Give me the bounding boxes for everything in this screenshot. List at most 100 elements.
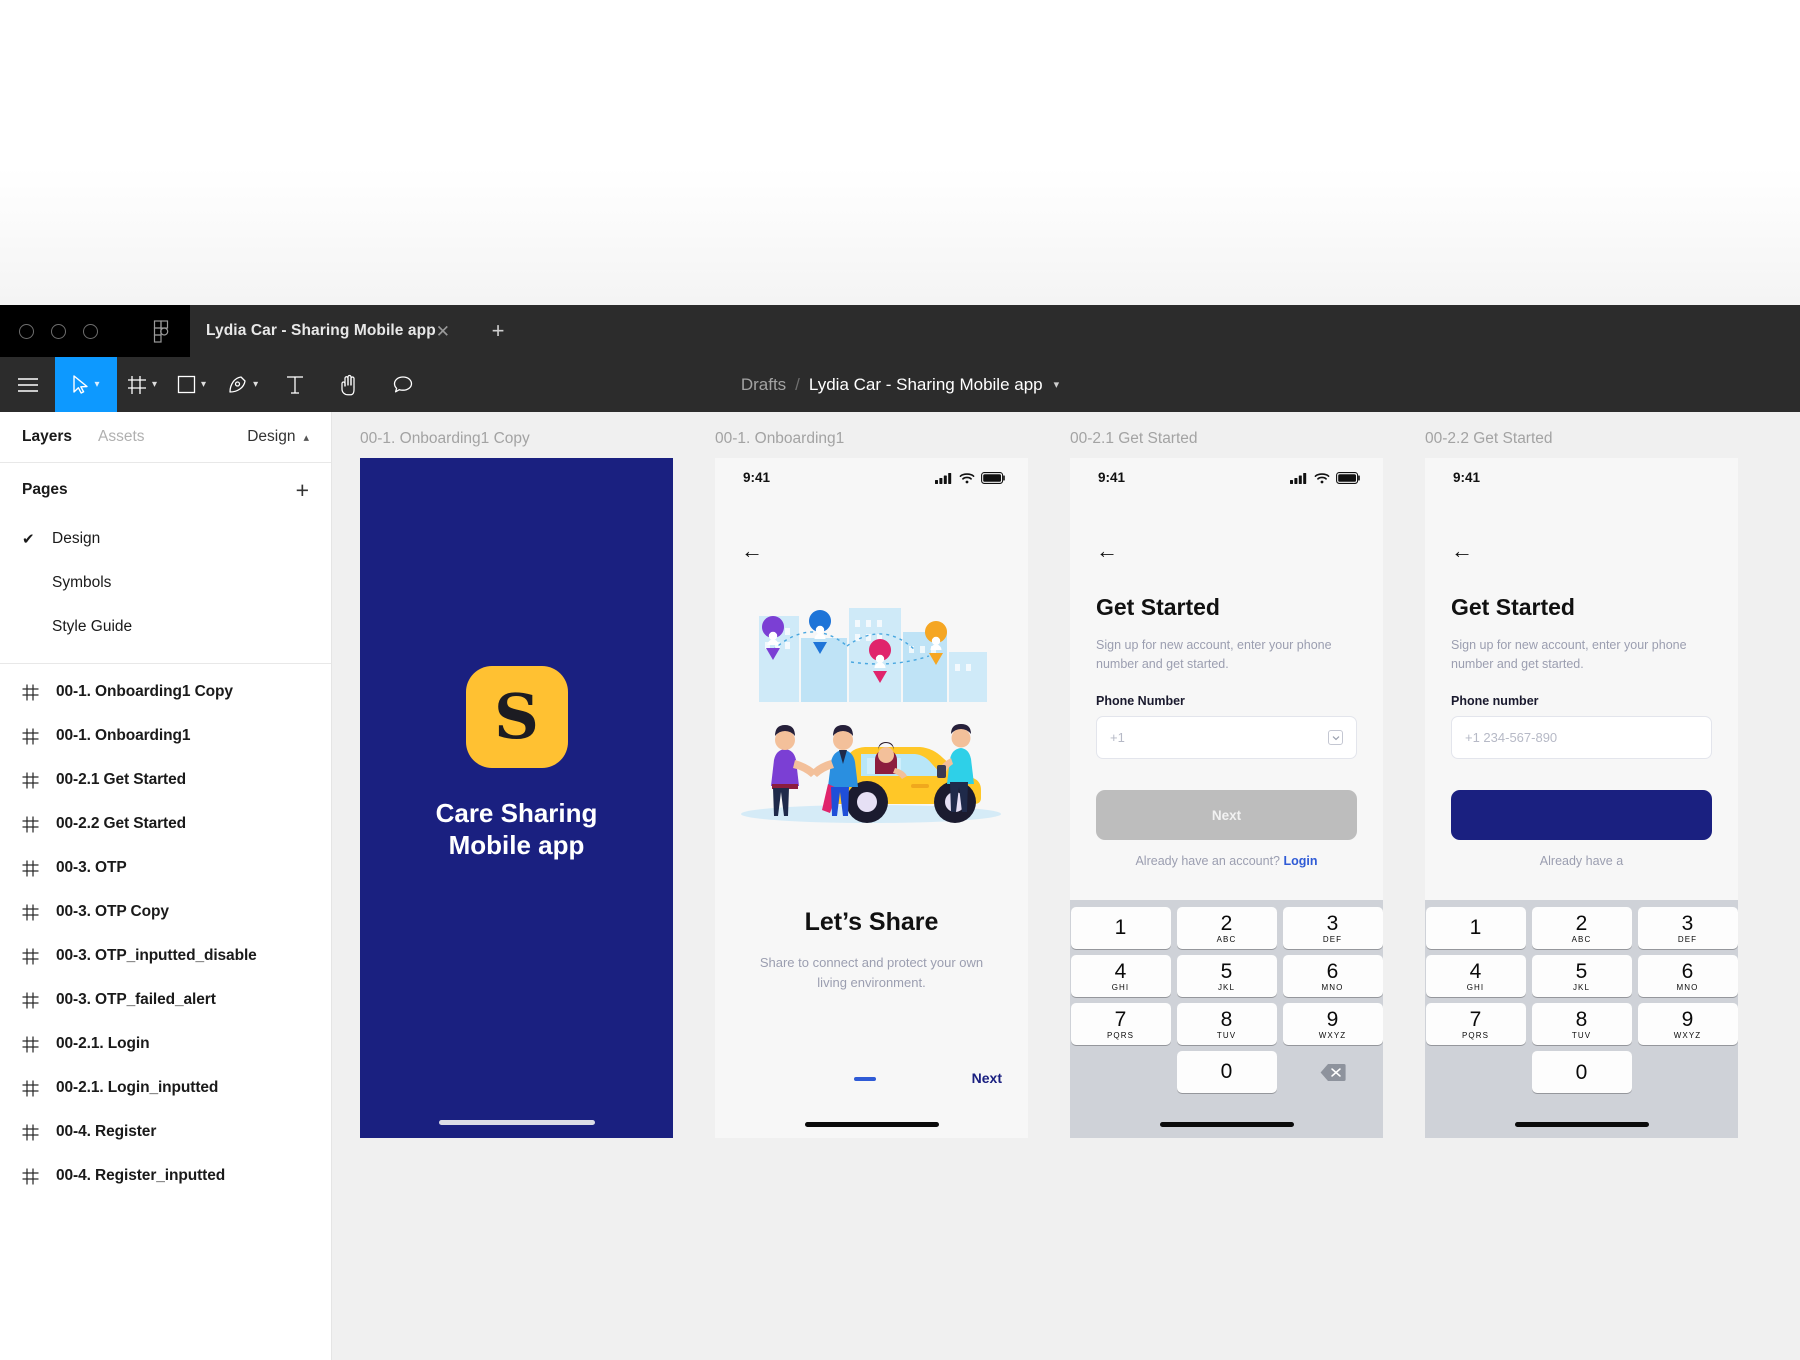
- layer-row[interactable]: 00-2.1. Login: [0, 1022, 331, 1066]
- cursor-icon[interactable]: ▾: [55, 357, 117, 412]
- next-button[interactable]: [1451, 790, 1712, 840]
- next-button[interactable]: Next: [972, 1070, 1002, 1086]
- maximize-window-dot[interactable]: [83, 324, 98, 339]
- arrow-left-icon[interactable]: ←: [741, 540, 763, 562]
- layer-row[interactable]: 00-1. Onboarding1 Copy: [0, 670, 331, 714]
- key-8[interactable]: 8 TUV: [1531, 1003, 1632, 1045]
- key-1[interactable]: 1: [1070, 907, 1171, 949]
- key-3[interactable]: 3 DEF: [1637, 907, 1738, 949]
- numeric-keypad[interactable]: 1 2 ABC 3 DEF 4 GHI 5 JKL 6 MNO 7 PQRS 8…: [1425, 900, 1738, 1138]
- keypad-row: 1 2 ABC 3 DEF: [1425, 907, 1738, 949]
- layer-row[interactable]: 00-3. OTP: [0, 846, 331, 890]
- layer-row[interactable]: 00-4. Register: [0, 1110, 331, 1154]
- plus-icon[interactable]: +: [296, 477, 309, 504]
- tab-layers[interactable]: Layers: [22, 428, 72, 446]
- key-7[interactable]: 7 PQRS: [1070, 1003, 1171, 1045]
- key-2[interactable]: 2 ABC: [1176, 907, 1277, 949]
- chevron-down-icon[interactable]: ▾: [94, 379, 99, 390]
- key-0[interactable]: 0: [1176, 1051, 1277, 1093]
- artboard-onboarding1-copy[interactable]: 00-1. Onboarding1 Copy S Care Sharing Mo…: [360, 412, 673, 1138]
- onboarding-illustration: [741, 608, 1001, 823]
- chevron-down-icon[interactable]: ▾: [253, 379, 258, 390]
- backspace-icon[interactable]: [1283, 1051, 1383, 1093]
- tab-design[interactable]: Design: [247, 428, 295, 446]
- artboard-frame[interactable]: 9:41: [715, 458, 1028, 1138]
- layer-row[interactable]: 00-2.1. Login_inputted: [0, 1066, 331, 1110]
- file-tab[interactable]: Lydia Car - Sharing Mobile app ✕: [190, 305, 462, 357]
- hand-icon[interactable]: [322, 357, 376, 412]
- chevron-down-icon[interactable]: ▾: [152, 379, 157, 390]
- layer-row[interactable]: 00-3. OTP_failed_alert: [0, 978, 331, 1022]
- close-window-dot[interactable]: [19, 324, 34, 339]
- chevron-down-icon[interactable]: ▾: [201, 379, 206, 390]
- key-9[interactable]: 9 WXYZ: [1637, 1003, 1738, 1045]
- pagination-dot-active[interactable]: [854, 1077, 877, 1081]
- key-1[interactable]: 1: [1425, 907, 1526, 949]
- key-6[interactable]: 6 MNO: [1282, 955, 1383, 997]
- breadcrumb-file-name[interactable]: Lydia Car - Sharing Mobile app: [809, 375, 1043, 395]
- hamburger-icon[interactable]: [0, 357, 55, 412]
- chevron-up-icon[interactable]: ▴: [303, 431, 309, 444]
- close-icon[interactable]: ✕: [436, 323, 450, 340]
- layer-row[interactable]: 00-2.2 Get Started: [0, 802, 331, 846]
- key-0[interactable]: 0: [1531, 1051, 1632, 1093]
- breadcrumb-drafts[interactable]: Drafts: [741, 375, 786, 395]
- key-6[interactable]: 6 MNO: [1637, 955, 1738, 997]
- chevron-down-icon[interactable]: ▾: [1054, 378, 1060, 391]
- file-tab-label: Lydia Car - Sharing Mobile app: [206, 322, 436, 339]
- artboard-onboarding1[interactable]: 00-1. Onboarding1 9:41 ← Let’s Share Sha…: [715, 412, 1028, 1138]
- key-7[interactable]: 7 PQRS: [1425, 1003, 1526, 1045]
- country-select-icon[interactable]: [1328, 730, 1343, 745]
- key-letters: DEF: [1322, 934, 1343, 944]
- page-item-symbols[interactable]: Symbols: [0, 561, 331, 605]
- layer-row[interactable]: 00-3. OTP Copy: [0, 890, 331, 934]
- artboard-get-started-21[interactable]: 00-2.1 Get Started 9:41 ← Get Started Si…: [1070, 412, 1383, 1138]
- text-icon[interactable]: [268, 357, 322, 412]
- key-5[interactable]: 5 JKL: [1176, 955, 1277, 997]
- page-title: Get Started: [1451, 594, 1575, 620]
- figma-logo-icon[interactable]: [148, 320, 174, 344]
- arrow-left-icon[interactable]: ←: [1451, 540, 1473, 562]
- artboard-frame[interactable]: 9:41 ← Get Started Sign up for new accou…: [1425, 458, 1738, 1138]
- keypad-row: 7 PQRS 8 TUV 9 WXYZ: [1425, 1003, 1738, 1045]
- frame-icon[interactable]: ▾: [117, 357, 167, 412]
- layer-label: 00-3. OTP: [56, 859, 127, 876]
- frame-icon: [22, 772, 56, 789]
- key-3[interactable]: 3 DEF: [1282, 907, 1383, 949]
- tab-assets[interactable]: Assets: [98, 428, 145, 446]
- key-4[interactable]: 4 GHI: [1425, 955, 1526, 997]
- comment-icon[interactable]: [376, 357, 430, 412]
- key-number: 6: [1326, 959, 1339, 983]
- layer-row[interactable]: 00-3. OTP_inputted_disable: [0, 934, 331, 978]
- key-2[interactable]: 2 ABC: [1531, 907, 1632, 949]
- artboard-get-started-22[interactable]: 00-2.2 Get Started 9:41 ← Get Started Si…: [1425, 412, 1738, 1138]
- layer-row[interactable]: 00-2.1 Get Started: [0, 758, 331, 802]
- next-button[interactable]: Next: [1096, 790, 1357, 840]
- layer-row[interactable]: 00-1. Onboarding1: [0, 714, 331, 758]
- artboard-frame[interactable]: 9:41: [1070, 458, 1383, 1138]
- arrow-left-icon[interactable]: ←: [1096, 540, 1118, 562]
- backspace-icon[interactable]: [1638, 1051, 1738, 1093]
- phone-input[interactable]: +1: [1096, 716, 1357, 759]
- key-letters: GHI: [1111, 982, 1130, 992]
- phone-input-value: +1 234-567-890: [1465, 730, 1558, 745]
- key-number: 7: [1114, 1007, 1127, 1031]
- canvas[interactable]: 00-1. Onboarding1 Copy S Care Sharing Mo…: [332, 412, 1800, 1360]
- key-5[interactable]: 5 JKL: [1531, 955, 1632, 997]
- numeric-keypad[interactable]: 1 2 ABC 3 DEF 4 GHI 5 JKL 6 MNO 7 PQRS 8…: [1070, 900, 1383, 1138]
- plus-icon[interactable]: +: [478, 305, 518, 357]
- minimize-window-dot[interactable]: [51, 324, 66, 339]
- login-link[interactable]: Login: [1284, 854, 1318, 868]
- artboard-frame[interactable]: S Care Sharing Mobile app: [360, 458, 673, 1138]
- key-8[interactable]: 8 TUV: [1176, 1003, 1277, 1045]
- square-icon[interactable]: ▾: [167, 357, 216, 412]
- pen-icon[interactable]: ▾: [216, 357, 268, 412]
- key-number: 1: [1114, 916, 1127, 939]
- phone-input[interactable]: +1 234-567-890: [1451, 716, 1712, 759]
- key-9[interactable]: 9 WXYZ: [1282, 1003, 1383, 1045]
- page-item-style-guide[interactable]: Style Guide: [0, 605, 331, 649]
- page-item-design[interactable]: ✔ Design: [0, 517, 331, 561]
- layer-row[interactable]: 00-4. Register_inputted: [0, 1154, 331, 1198]
- key-4[interactable]: 4 GHI: [1070, 955, 1171, 997]
- layer-label: 00-3. OTP_failed_alert: [56, 991, 216, 1008]
